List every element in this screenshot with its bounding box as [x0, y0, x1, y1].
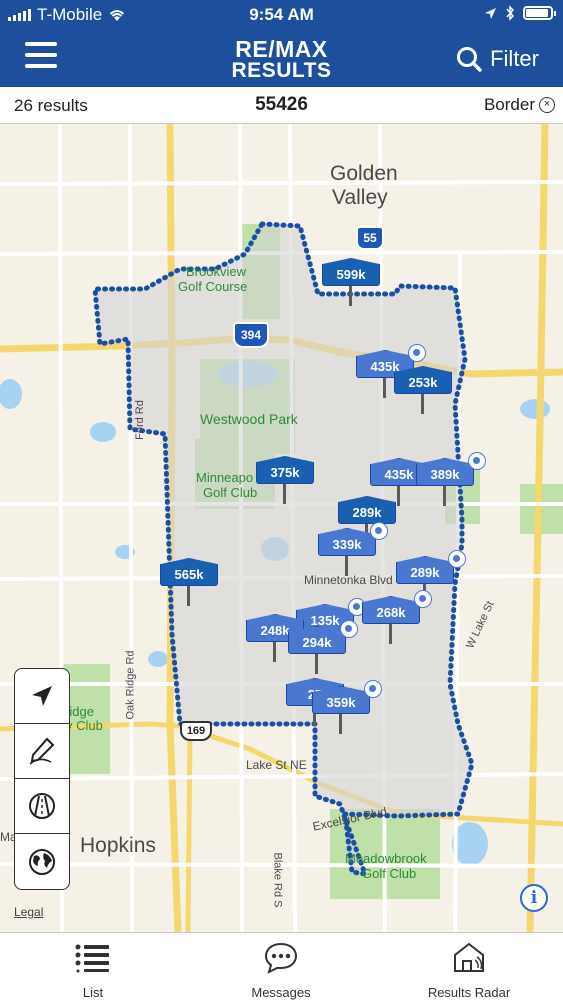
location-badge-icon [340, 620, 358, 638]
price-pin[interactable]: 359k [312, 680, 382, 736]
label-golf-club: Golf Club [203, 485, 258, 500]
label-oak-ridge-rd: Oak Ridge Rd [124, 650, 137, 720]
status-time: 9:54 AM [249, 5, 314, 24]
border-label: Border [483, 95, 535, 114]
results-bar: 26 results 55426 Border × [0, 87, 563, 124]
price-pin[interactable]: 253k [394, 366, 452, 416]
location-badge-icon [364, 680, 382, 698]
status-bar: T-Mobile 9:54 AM [0, 0, 563, 30]
label-y-club: y Club [66, 718, 103, 733]
battery-icon [523, 6, 556, 20]
label-golf-course: Golf Course [178, 279, 248, 294]
tab-results-radar[interactable]: Results Radar [409, 939, 529, 1000]
filter-button[interactable]: Filter [456, 46, 539, 72]
filter-label: Filter [490, 46, 539, 71]
label-minneapo: Minneapo [196, 470, 254, 485]
bottom-tab-bar: List Messages Results Radar [0, 932, 563, 1000]
tab-list-label: List [82, 985, 104, 1000]
house-radar-icon [454, 942, 484, 972]
highway-55-shield: 55 [356, 226, 384, 250]
label-lake-st-ne: Lake St NE [246, 758, 307, 772]
download-badge-icon [448, 550, 466, 568]
location-services-icon [485, 7, 496, 19]
label-golf-club-2: Golf Club [362, 866, 417, 881]
label-brookview: Brookview [186, 264, 246, 279]
search-icon [457, 47, 482, 72]
price-pin[interactable]: 375k [256, 456, 314, 506]
tab-list[interactable]: List [33, 939, 153, 1000]
highway-394-shield: 394 [233, 322, 269, 348]
globe-icon [29, 848, 55, 875]
label-blake-rd: Blake Rd S [271, 852, 284, 908]
map-tools-panel [14, 668, 70, 890]
info-button[interactable]: i [520, 884, 548, 912]
chat-bubble-icon [264, 942, 298, 974]
highway-169-label: 169 [186, 725, 206, 737]
price-pin[interactable]: 389k [416, 452, 486, 508]
highway-394-label: 394 [240, 328, 262, 342]
map-view[interactable]: Golden Valley Brookview Golf Course West… [0, 124, 563, 932]
label-ford-rd: Ford Rd [133, 400, 146, 440]
label-golden: Golden [330, 162, 398, 185]
draw-boundary-button[interactable] [15, 724, 69, 779]
label-valley: Valley [332, 186, 388, 209]
label-meadowbrook: Meadowbrook [345, 851, 427, 866]
tab-results-radar-label: Results Radar [427, 985, 511, 1000]
locate-me-button[interactable] [15, 669, 69, 724]
map-base [0, 124, 563, 932]
price-pin[interactable]: 565k [160, 558, 218, 608]
tab-messages-label: Messages [251, 985, 311, 1000]
border-toggle[interactable]: Border × [484, 95, 555, 115]
highway-169-shield: 169 [180, 721, 212, 741]
draw-pencil-icon [29, 737, 55, 765]
label-westwood-park: Westwood Park [200, 411, 298, 427]
price-pin[interactable]: 268k [362, 590, 432, 646]
location-badge-icon [468, 452, 486, 470]
highway-55-label: 55 [363, 231, 377, 245]
location-arrow-icon [32, 686, 52, 706]
label-hopkins: Hopkins [80, 834, 156, 857]
price-pin[interactable]: 599k [322, 258, 380, 308]
search-zip: 55426 [255, 94, 308, 115]
download-badge-icon [370, 522, 388, 540]
status-right [484, 5, 556, 21]
road-icon [29, 793, 55, 819]
download-badge-icon [408, 344, 426, 362]
price-pin[interactable]: 339k [318, 522, 388, 578]
list-icon [75, 944, 109, 973]
satellite-view-button[interactable] [15, 834, 69, 889]
price-pin[interactable]: 294k [288, 620, 358, 676]
tab-messages[interactable]: Messages [221, 939, 341, 1000]
legal-link[interactable]: Legal [14, 905, 43, 919]
map-roads-button[interactable] [15, 779, 69, 834]
close-circle-icon[interactable]: × [539, 97, 555, 113]
location-badge-icon [414, 590, 432, 608]
bluetooth-icon [506, 5, 515, 21]
app-header: T-Mobile 9:54 AM RE/MAX RESULTS Filter [0, 0, 563, 87]
